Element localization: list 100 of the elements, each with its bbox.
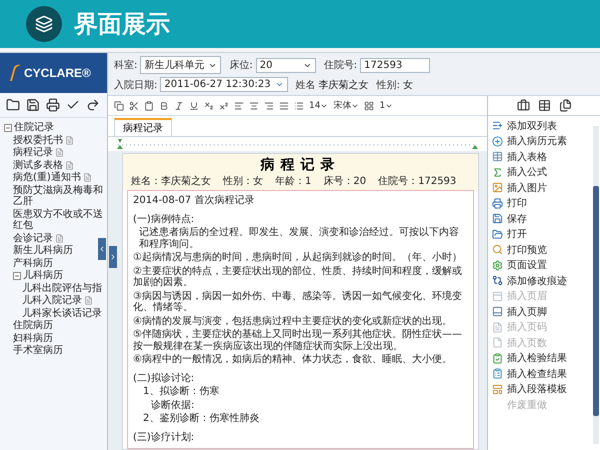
expand-handle[interactable] [109, 246, 117, 268]
header-icon [492, 290, 503, 302]
paragraph: 2014-08-07 首次病程记录 [133, 195, 256, 206]
action-item[interactable]: 插入检验结果 [492, 350, 590, 366]
action-item[interactable]: 插入段落模板 [492, 382, 590, 397]
action-item[interactable]: 插入页脚 [492, 304, 590, 320]
tree-item[interactable]: 儿科入院记录 [22, 295, 82, 306]
action-item[interactable]: 插入表格 [492, 149, 590, 164]
underline-icon[interactable] [189, 100, 199, 110]
paragraph: ③病因与诱因，病因一如外伤、中毒、感染等。诱因一如气候变化、环境变化、情绪等。 [133, 290, 463, 314]
minus-icon [14, 272, 20, 279]
action-item[interactable]: 插入公式 [492, 164, 590, 180]
tree-item[interactable]: 病危(重)通知书 [13, 172, 81, 184]
collapse-toggle[interactable] [13, 272, 21, 280]
tab[interactable]: 病程记录 [114, 118, 172, 136]
italic-icon[interactable] [174, 100, 184, 110]
paragraph: 诊断依据: [150, 400, 196, 411]
tree-item[interactable]: 预防艾滋病及梅毒和乙肝 [13, 184, 105, 208]
columns-dropdown[interactable]: 1 [379, 100, 394, 110]
dropdown[interactable]: 20 [256, 58, 316, 72]
tree-item[interactable]: 妇科病历 [13, 332, 53, 344]
text-area[interactable] [127, 190, 474, 449]
date-field[interactable]: 2011-06-27 12:30:23 [160, 77, 288, 92]
action-item[interactable]: 插入检查结果 [492, 366, 590, 382]
tree-item[interactable]: 新生儿科病历 [13, 245, 73, 256]
tree-item[interactable]: 住院病历 [13, 320, 53, 332]
save-icon[interactable] [26, 98, 40, 112]
tree-item[interactable]: 儿科病历 [23, 270, 63, 282]
patient-info: 年龄：1 [275, 174, 312, 188]
clipboard-list-icon [492, 368, 503, 380]
field-label: 住院号: [324, 58, 358, 72]
paragraph: (三)诊疗计划: [133, 432, 196, 443]
paste-icon[interactable] [144, 100, 154, 110]
subscript-icon[interactable] [204, 100, 214, 110]
patient-info: 性别：女 [223, 174, 263, 188]
tree-item[interactable]: 产科病历 [13, 258, 53, 269]
bold-icon[interactable] [159, 100, 169, 110]
action-item[interactable]: 打开 [492, 226, 590, 242]
paragraph: ⑥病程中的一般情况，如病后的精神、体力状态，食欲、睡眠、大小便。 [133, 354, 453, 366]
redo-icon[interactable] [86, 98, 100, 112]
tree-item[interactable]: 儿科家长谈话记录 [22, 308, 102, 319]
caret-icon [274, 80, 284, 89]
action-item[interactable]: 插入图片 [492, 180, 590, 196]
tree-item[interactable]: 住院记录 [14, 122, 54, 134]
tree-item[interactable]: 会诊记录 [13, 232, 53, 244]
compare-icon [492, 275, 503, 286]
paragraph: ①起病情况与患病的时间，患病时间，从起病到就诊的时间。（年、小时） [133, 252, 463, 264]
font-dropdown[interactable]: 宋体 [333, 99, 360, 112]
save-icon [492, 213, 503, 224]
tree-item[interactable]: 病程记录 [13, 147, 53, 158]
paragraph: 1、拟诊断：伤寒 [142, 386, 220, 398]
align-right-icon[interactable] [264, 100, 274, 110]
table-icon[interactable] [538, 99, 550, 112]
document-icon [492, 337, 503, 348]
clipboard-check-icon [492, 352, 503, 364]
paragraph: ⑤伴随病状，主要症状的基础上又同时出现一系列其他症状。阴性症状——按一般规律在某一疾病应该出现的伴随症状而实际上没出现。 [133, 329, 463, 352]
justify-icon[interactable] [279, 100, 289, 110]
collapse-toggle[interactable] [4, 124, 12, 132]
align-center-icon[interactable] [249, 100, 259, 110]
document-icon [492, 322, 503, 333]
tree-item[interactable]: 手术室病历 [13, 345, 63, 356]
paragraph: (一)病例特点: [133, 214, 196, 225]
action-item[interactable]: 添加双列表 [492, 118, 590, 134]
table-icon [492, 151, 503, 162]
action-item[interactable]: 页面设置 [492, 258, 590, 273]
superscript-icon[interactable] [219, 100, 229, 110]
copy-icon[interactable] [114, 100, 124, 110]
plus-circle-icon [492, 136, 503, 147]
field-label: 床位: [229, 58, 253, 72]
paragraph: (二)拟诊讨论: [133, 372, 196, 384]
list-icon[interactable] [294, 100, 304, 110]
action-item[interactable]: 插入病历元素 [492, 134, 590, 149]
action-item[interactable]: 保存 [492, 211, 590, 226]
tree-item[interactable]: 医患双方不收或不送红包 [13, 208, 105, 232]
action-item[interactable]: 添加修改痕迹 [492, 273, 590, 288]
patient-info: 住院号：172593 [378, 174, 456, 188]
briefcase-icon[interactable] [516, 99, 530, 112]
footer-icon [492, 306, 503, 318]
dropdown[interactable]: 新生儿科单元 [140, 56, 222, 74]
tree-item[interactable]: 儿科出院评估与指 [22, 282, 102, 294]
collapse-handle[interactable] [98, 238, 106, 260]
printer-icon[interactable] [46, 98, 60, 112]
input-field[interactable]: 172593 [360, 58, 430, 72]
cut-icon[interactable] [129, 100, 139, 110]
tree-item[interactable]: 授权委托书 [13, 134, 63, 146]
pages-icon[interactable] [558, 99, 572, 112]
font-size-dropdown[interactable]: 14 [309, 100, 328, 110]
patient-info: 姓名：李庆菊之女 [131, 174, 211, 188]
grid-icon[interactable] [364, 100, 374, 110]
action-item[interactable]: 打印 [492, 196, 590, 211]
slide-title: 界面展示 [74, 9, 170, 40]
folder-icon[interactable] [6, 98, 20, 112]
gear-icon [492, 260, 503, 271]
image-icon [492, 182, 503, 194]
patient-info: 床号：20 [323, 174, 366, 188]
align-left-icon[interactable] [234, 100, 244, 110]
printer-icon [492, 198, 503, 209]
action-item[interactable]: 打印预览 [492, 242, 590, 258]
field-value: 女 [402, 78, 413, 92]
tree-item[interactable]: 测试多表格 [13, 160, 63, 171]
